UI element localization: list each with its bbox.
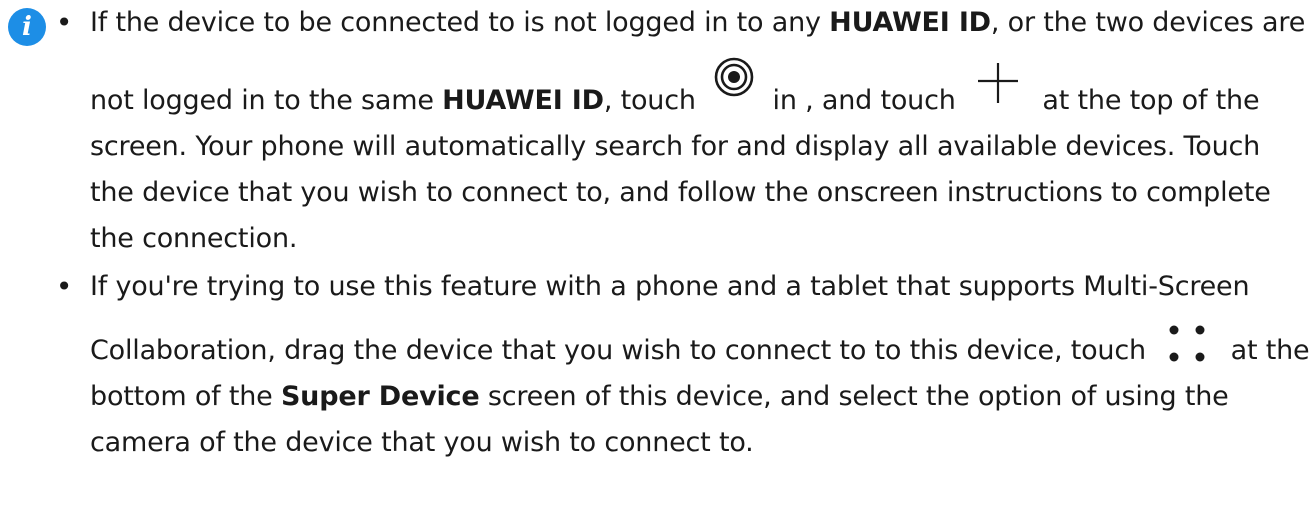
add-icon	[976, 61, 1020, 105]
info-icon: i	[8, 8, 46, 46]
target-icon	[712, 55, 756, 99]
note-text-segment: If you're trying to use this feature wit…	[90, 271, 1250, 366]
four-dots-icon	[1160, 323, 1216, 365]
note-text-segment: If the device to be connected to is not …	[90, 7, 830, 38]
super-device-label: Super Device	[280, 381, 480, 412]
note-item: • If you're trying to use this feature w…	[54, 264, 1310, 466]
bullet: •	[55, 270, 73, 303]
note-text: If the device to be connected to is not …	[90, 0, 1310, 262]
note-text: If you're trying to use this feature wit…	[90, 264, 1310, 466]
huawei-id-label: HUAWEI ID	[829, 7, 991, 38]
huawei-id-label: HUAWEI ID	[442, 85, 604, 116]
note-text-segment: , touch	[603, 85, 705, 116]
bullet: •	[55, 6, 73, 39]
info-icon-glyph: i	[22, 12, 32, 42]
note-text-segment: in , and touch	[764, 85, 965, 116]
notes-list: • If the device to be connected to is no…	[54, 0, 1310, 466]
note-item: • If the device to be connected to is no…	[54, 0, 1310, 262]
